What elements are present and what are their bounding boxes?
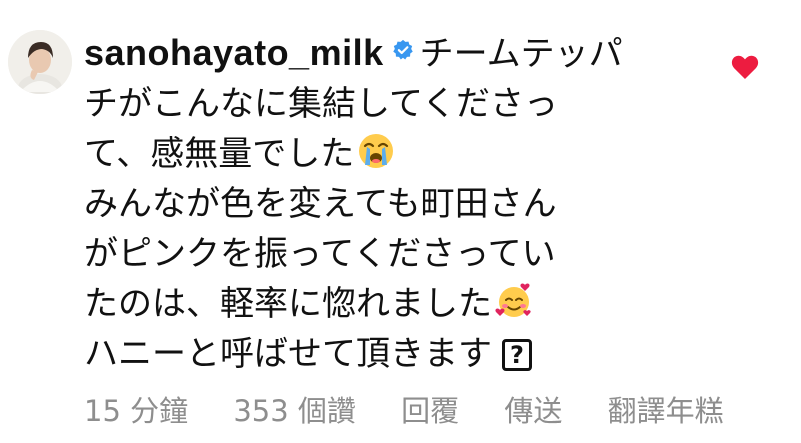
reply-button[interactable]: 回覆: [401, 394, 459, 428]
comment-line-1: sanohayato_milk チームテッパ: [84, 28, 724, 79]
avatar-photo: [8, 30, 72, 94]
comment-line-2: チがこんなに集結してくださっ: [84, 79, 724, 129]
comment-text-7: ハニーと呼ばせて頂きます: [84, 334, 492, 374]
comment-text-4: みんなが色を変えても町田さん: [84, 184, 557, 224]
comment-line-7: ハニーと呼ばせて頂きます?: [84, 329, 724, 379]
comment-text-1: チームテッパ: [419, 34, 623, 74]
smiling-face-with-hearts-emoji: [495, 283, 531, 317]
heart-icon[interactable]: [731, 54, 759, 80]
translate-button[interactable]: 翻譯年糕: [608, 394, 724, 428]
like-count[interactable]: 353 個讚: [233, 394, 356, 428]
comment-line-6: たのは、軽率に惚れました: [84, 279, 724, 329]
verified-badge-icon: [392, 39, 413, 60]
comment-line-4: みんなが色を変えても町田さん: [84, 179, 724, 229]
loudly-crying-face-emoji: [359, 134, 394, 168]
comment-text-2: チがこんなに集結してくださっ: [84, 84, 558, 124]
comment-actions: 15 分鐘 353 個讚 回覆 傳送 翻譯年糕: [84, 388, 724, 430]
comment: sanohayato_milk チームテッパ チがこんなに集結してくださっ て、…: [0, 0, 801, 443]
comment-text-3: て、感無量でした: [84, 134, 355, 174]
username[interactable]: sanohayato_milk: [84, 32, 384, 73]
send-button[interactable]: 傳送: [504, 394, 562, 428]
comment-text-6: たのは、軽率に惚れました: [84, 284, 492, 324]
avatar[interactable]: [8, 30, 72, 94]
comment-text-5: がピンクを振ってくださってい: [84, 234, 556, 274]
question-box-glyph: ?: [502, 339, 532, 371]
comment-line-3: て、感無量でした: [84, 129, 724, 179]
comment-line-5: がピンクを振ってくださってい: [84, 229, 724, 279]
comment-body: sanohayato_milk チームテッパ チがこんなに集結してくださっ て、…: [84, 28, 724, 379]
timestamp[interactable]: 15 分鐘: [84, 394, 188, 428]
